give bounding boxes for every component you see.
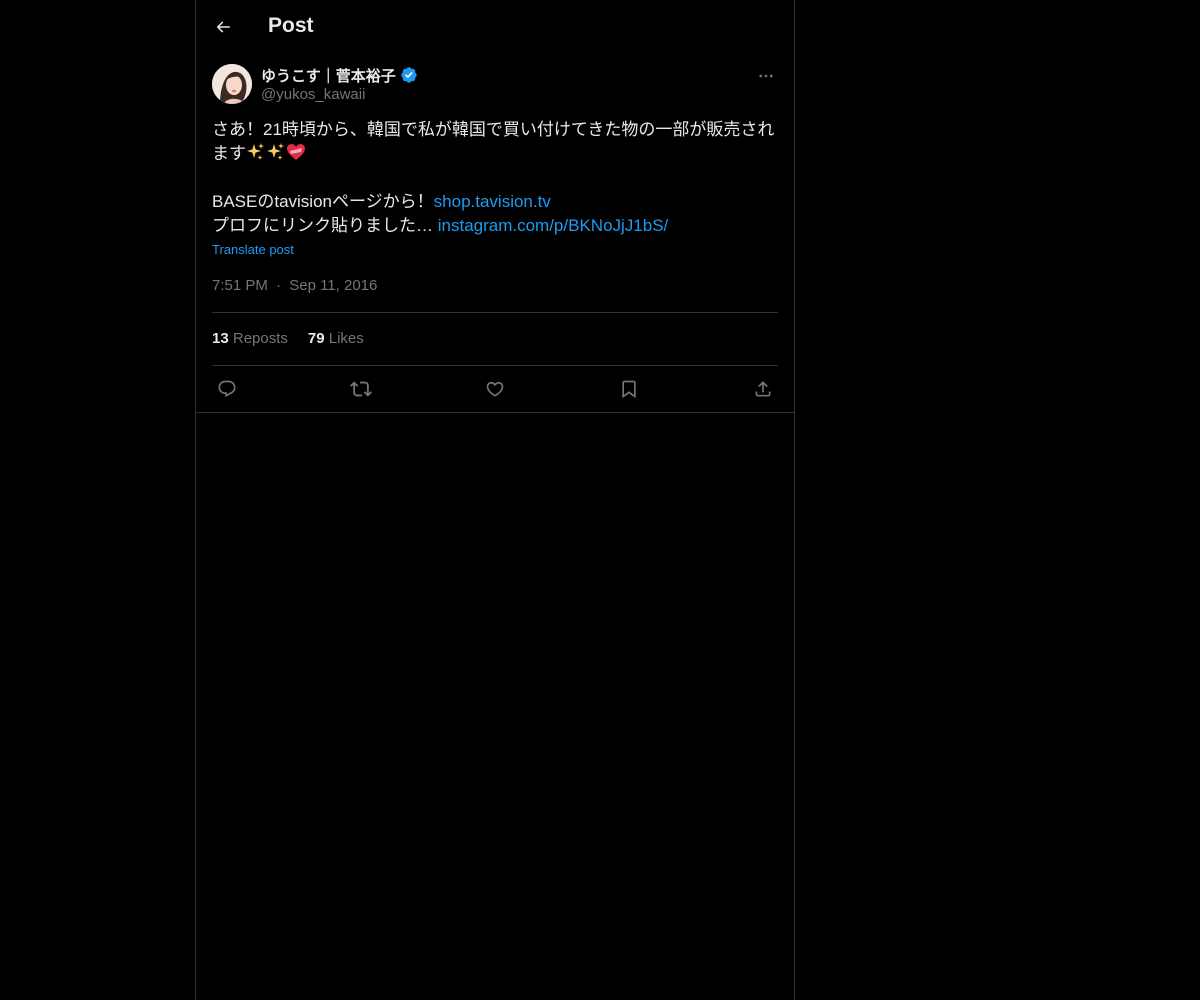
more-horizontal-icon xyxy=(759,74,773,78)
back-button[interactable] xyxy=(210,12,236,42)
post-text-fragment: ます xyxy=(212,144,246,163)
share-icon xyxy=(755,381,771,397)
author-handle[interactable]: @yukos_kawaii xyxy=(261,86,365,103)
reply-icon xyxy=(218,380,236,398)
like-icon xyxy=(486,381,504,397)
instagram-link[interactable]: instagram.com/p/BKNoJjJ1bS/ xyxy=(438,216,669,235)
repost-icon xyxy=(350,381,372,397)
author-name[interactable]: ゆうこす｜菅本裕子 xyxy=(261,65,396,86)
reposts-count: 13 xyxy=(212,330,229,347)
bookmark-icon xyxy=(622,380,636,399)
divider xyxy=(212,365,778,366)
likes-label: Likes xyxy=(328,330,364,347)
translate-post-link[interactable]: Translate post xyxy=(212,242,294,257)
avatar-image xyxy=(212,64,252,104)
author-name-row[interactable]: ゆうこす｜菅本裕子 xyxy=(261,65,418,85)
page-header: Post xyxy=(196,0,794,53)
share-button[interactable] xyxy=(750,376,776,402)
likes-count: 79 xyxy=(307,330,325,347)
divider xyxy=(212,312,778,313)
post-text-line: ます xyxy=(212,142,778,166)
post-text-line: BASEのtavisionページから！shop.tavision.tv xyxy=(212,190,778,214)
likes-stat[interactable]: 79 Likes xyxy=(308,330,364,347)
post-text-fragment: プロフにリンク貼りました… xyxy=(212,216,433,235)
post-text-blank-line xyxy=(212,166,778,190)
post-timestamp[interactable]: 7:51 PM · Sep 11, 2016 xyxy=(212,277,377,294)
post-text-line: プロフにリンク貼りました… instagram.com/p/BKNoJjJ1bS… xyxy=(212,214,778,238)
more-options-button[interactable] xyxy=(754,64,778,88)
post-text-line: さあ！21時頃から、韓国で私が韓国で買い付けてきた物の一部が販売され xyxy=(212,120,775,139)
verified-badge-icon xyxy=(401,67,417,83)
reposts-stat[interactable]: 13 Reposts xyxy=(212,330,288,347)
heart-with-ribbon-icon xyxy=(287,144,305,160)
main-column: Post ゆうこす｜菅本裕子 @yukos_kawaii さあ！21時頃から、韓… xyxy=(195,0,795,1000)
sparkles-icon xyxy=(247,143,264,160)
post-actions xyxy=(212,376,778,402)
arrow-left-icon xyxy=(216,21,230,33)
shop-link[interactable]: shop.tavision.tv xyxy=(434,192,551,211)
reposts-label: Reposts xyxy=(232,330,288,347)
sparkles-icon xyxy=(267,143,284,160)
avatar[interactable] xyxy=(212,64,252,104)
post-text: さあ！21時頃から、韓国で私が韓国で買い付けてきた物の一部が販売され ます BA… xyxy=(212,118,778,238)
post-bottom-border xyxy=(196,412,794,413)
like-button[interactable] xyxy=(482,376,508,402)
timestamp-separator: · xyxy=(276,277,282,294)
repost-button[interactable] xyxy=(348,376,374,402)
bookmark-button[interactable] xyxy=(616,376,642,402)
post-time[interactable]: 7:51 PM xyxy=(212,277,268,294)
post-date[interactable]: Sep 11, 2016 xyxy=(289,277,377,294)
reply-button[interactable] xyxy=(214,376,240,402)
page-title: Post xyxy=(268,14,314,37)
post-text-fragment: BASEのtavisionページから！ xyxy=(212,192,434,211)
post-stats: 13 Reposts 79 Likes xyxy=(212,330,364,347)
